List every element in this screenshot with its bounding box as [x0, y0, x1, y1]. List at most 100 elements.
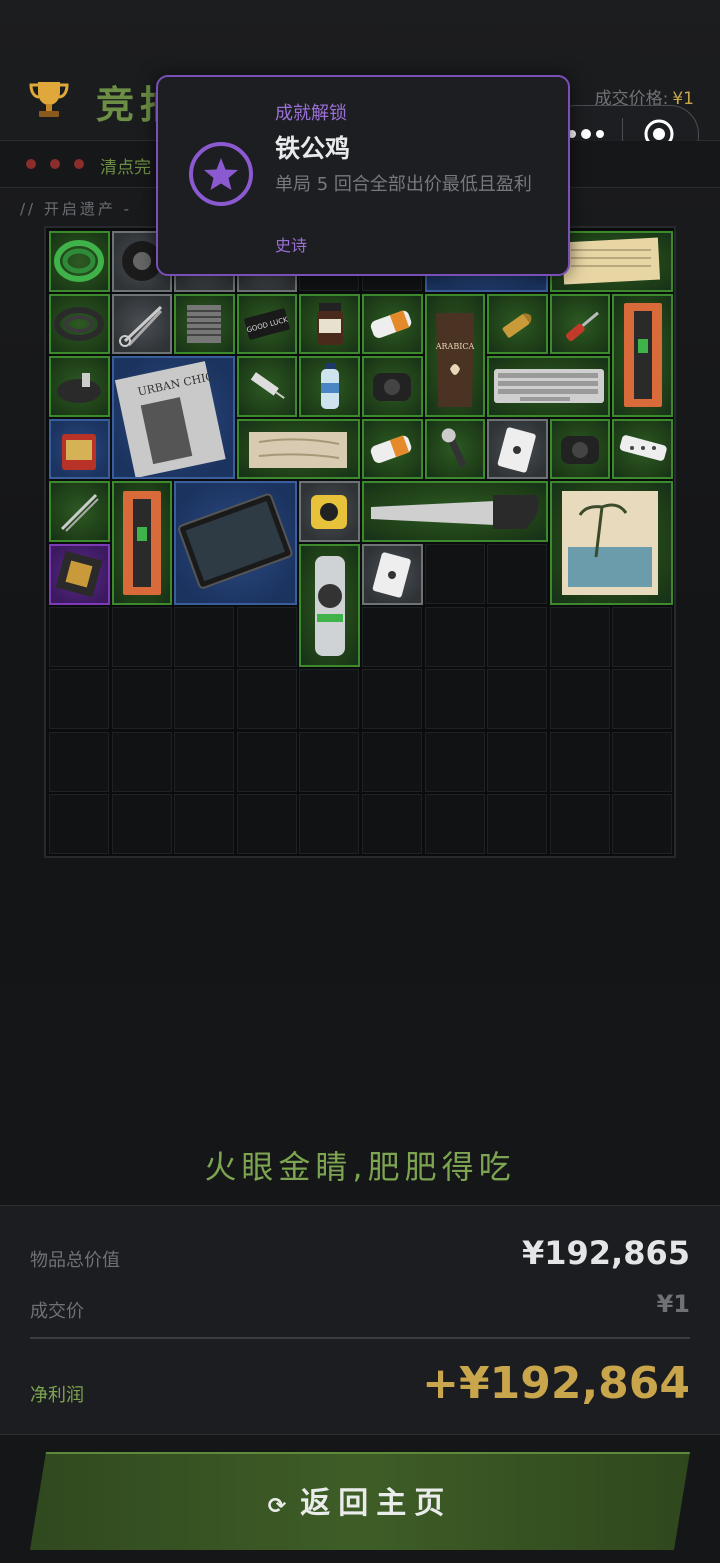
status-label: 清点完 — [100, 158, 151, 178]
grid-cell — [299, 669, 360, 730]
tray-item[interactable] — [49, 356, 110, 417]
water-bottle-item[interactable] — [299, 356, 360, 417]
grid-cell — [362, 794, 422, 855]
grid-cell — [549, 669, 610, 730]
grid-cell — [612, 794, 673, 855]
achievement-rarity: 史诗 — [275, 236, 308, 255]
grid-cell — [549, 731, 610, 792]
grid-cell — [362, 669, 422, 730]
playing-card-item[interactable] — [362, 544, 423, 605]
grid-cell — [111, 669, 172, 730]
grid-cell — [487, 606, 548, 667]
battery-item[interactable] — [362, 293, 423, 355]
status-dot — [50, 159, 60, 169]
grid-cell — [236, 606, 297, 667]
power-strip-item[interactable] — [612, 418, 673, 480]
hose-item[interactable] — [49, 293, 110, 355]
charging-pad-item[interactable] — [362, 356, 423, 417]
achievement-description: 单局 5 回合全部出价最低且盈利 — [275, 174, 532, 195]
board-item[interactable] — [612, 293, 673, 417]
grid-cell — [487, 731, 548, 792]
grid-cell — [111, 731, 172, 792]
grid-cell — [362, 606, 422, 667]
coffee-jar-item[interactable] — [299, 293, 360, 355]
net-profit-label: 净利润 — [30, 1385, 84, 1406]
bullet-item[interactable] — [487, 293, 548, 355]
wood-plank-item[interactable] — [236, 418, 360, 480]
inventory-grid: GOOD LUCK ARABICA URBAN CHIC — [44, 226, 676, 858]
trophy-icon — [29, 82, 69, 117]
screwdriver-item[interactable] — [549, 293, 611, 355]
grid-cell — [174, 731, 235, 792]
section-label: // 开启遗产 - — [20, 200, 133, 218]
keyboard-item[interactable] — [487, 356, 611, 417]
deal-price-row-value: ¥1 — [656, 1290, 690, 1318]
net-profit-value: +¥192,864 — [422, 1358, 690, 1409]
grid-cell — [487, 544, 548, 604]
grid-cell — [174, 794, 235, 855]
grid-cell — [424, 669, 485, 730]
grid-cell — [549, 794, 610, 855]
board-item[interactable] — [111, 481, 173, 605]
coffee-bag-item[interactable]: ARABICA — [424, 293, 486, 417]
star-icon — [189, 142, 253, 206]
back-home-label: ⟳ 返回主页 — [267, 1486, 453, 1521]
green-cable-item[interactable] — [49, 231, 110, 292]
energy-drink-item[interactable] — [299, 544, 360, 668]
status-dot — [74, 159, 84, 169]
grid-cell — [236, 794, 297, 855]
playing-card-item[interactable] — [487, 418, 548, 480]
good-luck-card-item[interactable]: GOOD LUCK — [236, 293, 298, 355]
grid-cell — [424, 794, 485, 855]
total-value: ¥192,865 — [521, 1234, 690, 1272]
grid-cell — [236, 669, 297, 730]
syringe-item[interactable] — [236, 356, 298, 417]
grid-cell — [487, 794, 548, 855]
magazine-item[interactable]: URBAN CHIC — [111, 356, 235, 480]
tape-measure-item[interactable] — [299, 481, 360, 542]
grid-cell — [612, 731, 673, 792]
grid-cell — [174, 606, 235, 667]
wrench-item[interactable] — [424, 418, 486, 480]
grid-cell — [424, 606, 485, 667]
grid-cell — [111, 794, 172, 855]
svg-text:ARABICA: ARABICA — [435, 342, 475, 351]
postcard-item[interactable] — [549, 481, 673, 605]
summary-divider — [30, 1337, 690, 1339]
grid-cell — [424, 544, 485, 604]
deal-price-row-label: 成交价 — [30, 1301, 84, 1322]
tea-tin-item[interactable] — [49, 418, 110, 480]
achievement-name: 铁公鸡 — [275, 134, 351, 163]
charging-pad-item[interactable] — [549, 418, 611, 480]
circuit-chip-item[interactable] — [49, 544, 110, 605]
grid-cell — [299, 731, 360, 792]
grid-cell — [612, 606, 673, 667]
grid-cell — [299, 794, 360, 855]
grid-cell — [362, 731, 422, 792]
achievement-popup[interactable]: 成就解锁 铁公鸡 单局 5 回合全部出价最低且盈利 史诗 — [156, 75, 570, 276]
grid-cell — [49, 794, 109, 855]
grid-cell — [174, 669, 235, 730]
grid-cell — [111, 606, 172, 667]
grid-cell — [49, 606, 109, 667]
grid-cell — [49, 731, 109, 792]
grid-cell — [424, 731, 485, 792]
total-value-label: 物品总价值 — [30, 1250, 120, 1271]
tablet-item[interactable] — [174, 481, 298, 605]
grid-cell — [487, 669, 548, 730]
back-home-button[interactable]: ⟳ 返回主页 — [30, 1452, 690, 1548]
refresh-icon: ⟳ — [267, 1494, 287, 1519]
hand-saw-item[interactable] — [362, 481, 548, 542]
cpu-cooler-item[interactable] — [174, 293, 235, 355]
grid-cell — [549, 606, 610, 667]
profit-summary: 物品总价值 ¥192,865 成交价 ¥1 净利润 +¥192,864 — [0, 1205, 720, 1435]
grid-cell — [49, 669, 109, 730]
achievement-kind: 成就解锁 — [275, 103, 347, 124]
result-motto: 火眼金睛,肥肥得吃 — [204, 1148, 516, 1186]
status-dot — [26, 159, 36, 169]
grid-cell — [236, 731, 297, 792]
tweezers-item[interactable] — [49, 481, 110, 542]
battery-item[interactable] — [362, 418, 423, 480]
grid-cell — [612, 669, 673, 730]
scissors-item[interactable] — [111, 293, 173, 355]
